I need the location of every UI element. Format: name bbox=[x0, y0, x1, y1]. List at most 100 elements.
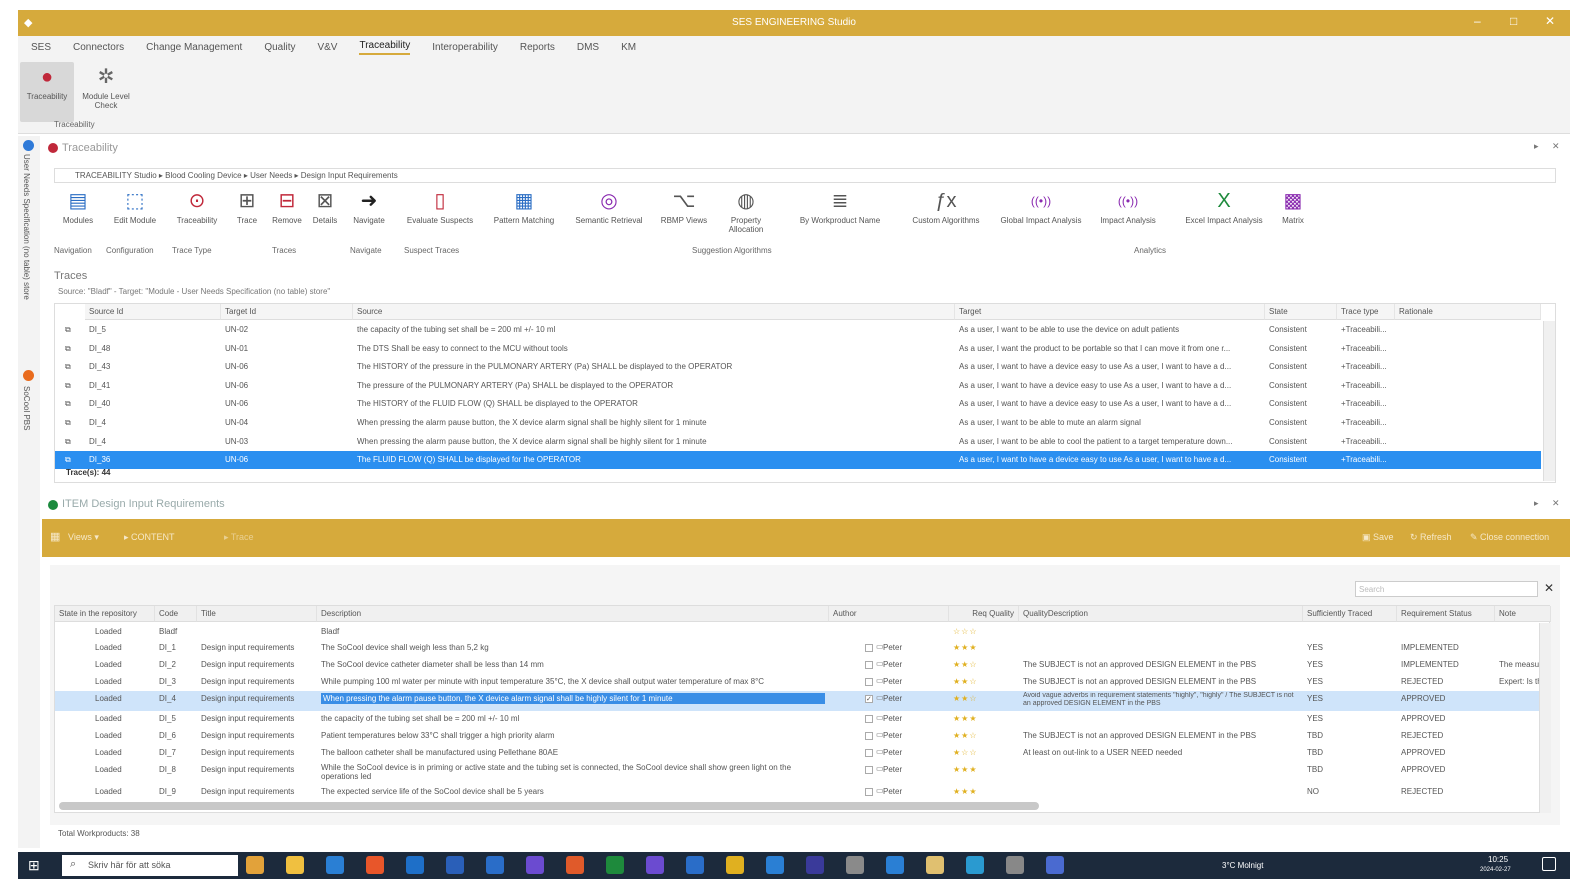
breadcrumb[interactable]: TRACEABILITY Studio ▸ Blood Cooling Devi… bbox=[54, 168, 1556, 183]
author-checkbox[interactable] bbox=[865, 678, 873, 686]
author-checkbox[interactable] bbox=[865, 715, 873, 723]
menu-item-connectors[interactable]: Connectors bbox=[73, 42, 124, 53]
tool-trace-button[interactable]: ⊞ Trace bbox=[230, 186, 264, 225]
traces-scrollbar[interactable] bbox=[1543, 321, 1555, 481]
save-button[interactable]: ▣ Save bbox=[1362, 532, 1394, 543]
clear-search-icon[interactable]: ✕ bbox=[1544, 581, 1554, 595]
tool-edit-module-button[interactable]: ⬚ Edit Module bbox=[106, 186, 164, 225]
clock-date[interactable]: 2024-02-27 bbox=[1480, 867, 1511, 873]
trace-row[interactable]: ⧉ DI_48 UN-01 The DTS Shall be easy to conn… bbox=[55, 340, 1541, 358]
tool-by-workproduct-name-button[interactable]: ≣ By Workproduct Name bbox=[782, 186, 898, 225]
tool-property-allocation-button[interactable]: ◍ Property Allocation bbox=[714, 186, 778, 234]
firefox-icon[interactable] bbox=[366, 856, 384, 874]
panel-close-icon[interactable]: ✕ bbox=[1552, 141, 1560, 152]
weather-text[interactable]: 3°C Molnigt bbox=[1222, 861, 1263, 870]
close-connection-button[interactable]: ✎ Close connection bbox=[1470, 532, 1549, 543]
trace-row[interactable]: ⧉ DI_40 UN-06 The HISTORY of the FLUID FLOW… bbox=[55, 395, 1541, 413]
trace-column-header[interactable]: Target Id bbox=[221, 304, 353, 320]
trace-row[interactable]: ⧉ DI_4 UN-04 When pressing the alarm pause … bbox=[55, 414, 1541, 432]
menu-item-change-management[interactable]: Change Management bbox=[146, 42, 242, 53]
trace-column-header[interactable]: Source Id bbox=[85, 304, 221, 320]
di-row[interactable]: Loaded DI_1 Design input requirements The S… bbox=[55, 640, 1551, 657]
tool-evaluate-suspects-button[interactable]: ▯ Evaluate Suspects bbox=[398, 186, 482, 225]
ribbon-traceability-button[interactable]: ● Traceability bbox=[20, 62, 74, 122]
di-panel-pin-icon[interactable]: ▸ bbox=[1534, 498, 1539, 509]
mail-icon[interactable] bbox=[686, 856, 704, 874]
trace-row[interactable]: ⧉ DI_4 UN-03 When pressing the alarm pause … bbox=[55, 433, 1541, 451]
trace-button[interactable]: ▸ Trace bbox=[224, 532, 254, 543]
di-scrollbar[interactable] bbox=[1539, 623, 1551, 813]
di-column-header[interactable]: State in the repository bbox=[55, 606, 155, 622]
author-checkbox[interactable] bbox=[865, 732, 873, 740]
close-window-button[interactable]: ✕ bbox=[1545, 14, 1555, 28]
minimize-button[interactable]: – bbox=[1474, 14, 1481, 28]
notifications-icon[interactable] bbox=[1542, 857, 1556, 871]
views-dropdown[interactable]: Views ▾ bbox=[68, 532, 99, 543]
tool-custom-algorithms-button[interactable]: ƒx Custom Algorithms bbox=[906, 186, 986, 225]
author-checkbox[interactable] bbox=[865, 644, 873, 652]
search-input[interactable]: Search bbox=[1355, 581, 1538, 597]
author-checkbox[interactable] bbox=[865, 661, 873, 669]
di-column-header[interactable]: Author bbox=[829, 606, 949, 622]
windows-start-icon[interactable]: ⊞ bbox=[28, 857, 44, 873]
content-dropdown[interactable]: ▸ CONTENT bbox=[124, 532, 175, 543]
tool-remove-button[interactable]: ⊟ Remove bbox=[270, 186, 304, 225]
taskbar-search-input[interactable]: Skriv här för att söka bbox=[62, 855, 238, 876]
tool-navigate-button[interactable]: ➜ Navigate bbox=[346, 186, 392, 225]
di-column-header[interactable]: Description bbox=[317, 606, 829, 622]
outlook-icon[interactable] bbox=[486, 856, 504, 874]
di-horizontal-scrollbar[interactable] bbox=[59, 802, 1039, 810]
notes-icon[interactable] bbox=[1046, 856, 1064, 874]
trace-row[interactable]: ⧉ DI_36 UN-06 The FLUID FLOW (Q) SHALL be d… bbox=[55, 451, 1541, 470]
gear-icon[interactable] bbox=[1006, 856, 1024, 874]
di-row[interactable]: Loaded DI_4 Design input requirements When … bbox=[55, 691, 1551, 711]
tool-semantic-retrieval-button[interactable]: ◎ Semantic Retrieval bbox=[566, 186, 652, 225]
di-column-header[interactable]: Title bbox=[197, 606, 317, 622]
di-row[interactable]: Loaded DI_5 Design input requirements the c… bbox=[55, 711, 1551, 728]
visual-studio-icon[interactable] bbox=[806, 856, 824, 874]
tool-matrix-button[interactable]: ▩ Matrix bbox=[1278, 186, 1308, 225]
menu-item-quality[interactable]: Quality bbox=[264, 42, 295, 53]
di-column-header[interactable]: Note bbox=[1495, 606, 1551, 622]
di-row[interactable]: Loaded DI_6 Design input requirements Patie… bbox=[55, 728, 1551, 745]
trace-row[interactable]: ⧉ DI_5 UN-02 the capacity of the tubing set… bbox=[55, 321, 1541, 339]
di-panel-close-icon[interactable]: ✕ bbox=[1552, 498, 1560, 509]
file-explorer-icon[interactable] bbox=[286, 856, 304, 874]
clock-time[interactable]: 10:25 bbox=[1488, 855, 1508, 864]
menu-item-dms[interactable]: DMS bbox=[577, 42, 599, 53]
di-row[interactable]: Loaded DI_7 Design input requirements The b… bbox=[55, 745, 1551, 762]
di-row[interactable]: Loaded DI_3 Design input requirements While… bbox=[55, 674, 1551, 691]
tool-global-impact-analysis-button[interactable]: ((•)) Global Impact Analysis bbox=[998, 186, 1084, 225]
folder-icon[interactable] bbox=[926, 856, 944, 874]
edge-icon[interactable] bbox=[766, 856, 784, 874]
app-icon[interactable] bbox=[966, 856, 984, 874]
tool-details-button[interactable]: ⊠ Details bbox=[308, 186, 342, 225]
menu-item-traceability[interactable]: Traceability bbox=[359, 40, 411, 55]
trace-column-header[interactable]: Rationale bbox=[1395, 304, 1541, 320]
refresh-button[interactable]: ↻ Refresh bbox=[1410, 532, 1452, 543]
menu-item-ses[interactable]: SES bbox=[31, 42, 51, 53]
onenote-icon[interactable] bbox=[526, 856, 544, 874]
author-checkbox[interactable]: ✓ bbox=[865, 695, 873, 703]
teams-chat-icon[interactable] bbox=[646, 856, 664, 874]
briefcase-icon[interactable] bbox=[246, 856, 264, 874]
chrome-icon[interactable] bbox=[726, 856, 744, 874]
teams-icon[interactable] bbox=[326, 856, 344, 874]
tool-pattern-matching-button[interactable]: ▦ Pattern Matching bbox=[486, 186, 562, 225]
maximize-button[interactable]: □ bbox=[1510, 14, 1517, 28]
di-row[interactable]: Loaded Bladf Bladf ☆☆☆ bbox=[55, 624, 1551, 640]
di-row[interactable]: Loaded DI_9 Design input requirements The e… bbox=[55, 784, 1551, 801]
di-column-header[interactable]: Req Quality bbox=[949, 606, 1019, 622]
trace-column-header[interactable]: Source bbox=[353, 304, 955, 320]
ribbon-module-level-check-button[interactable]: ✲ Module Level Check bbox=[76, 62, 136, 122]
left-tab-user-needs[interactable]: User Needs Specification (no table) stor… bbox=[22, 154, 31, 354]
di-column-header[interactable]: Requirement Status bbox=[1397, 606, 1495, 622]
tool-traceability-button[interactable]: ⊙ Traceability bbox=[170, 186, 224, 225]
di-column-header[interactable]: QualityDescription bbox=[1019, 606, 1303, 622]
word-icon[interactable] bbox=[406, 856, 424, 874]
menu-item-km[interactable]: KM bbox=[621, 42, 636, 53]
trace-row[interactable]: ⧉ DI_41 UN-06 The pressure of the PULMONARY… bbox=[55, 377, 1541, 395]
left-tab-pbs[interactable]: SoCool PBS bbox=[22, 386, 31, 456]
menu-item-v-v[interactable]: V&V bbox=[317, 42, 337, 53]
vscode-icon[interactable] bbox=[446, 856, 464, 874]
